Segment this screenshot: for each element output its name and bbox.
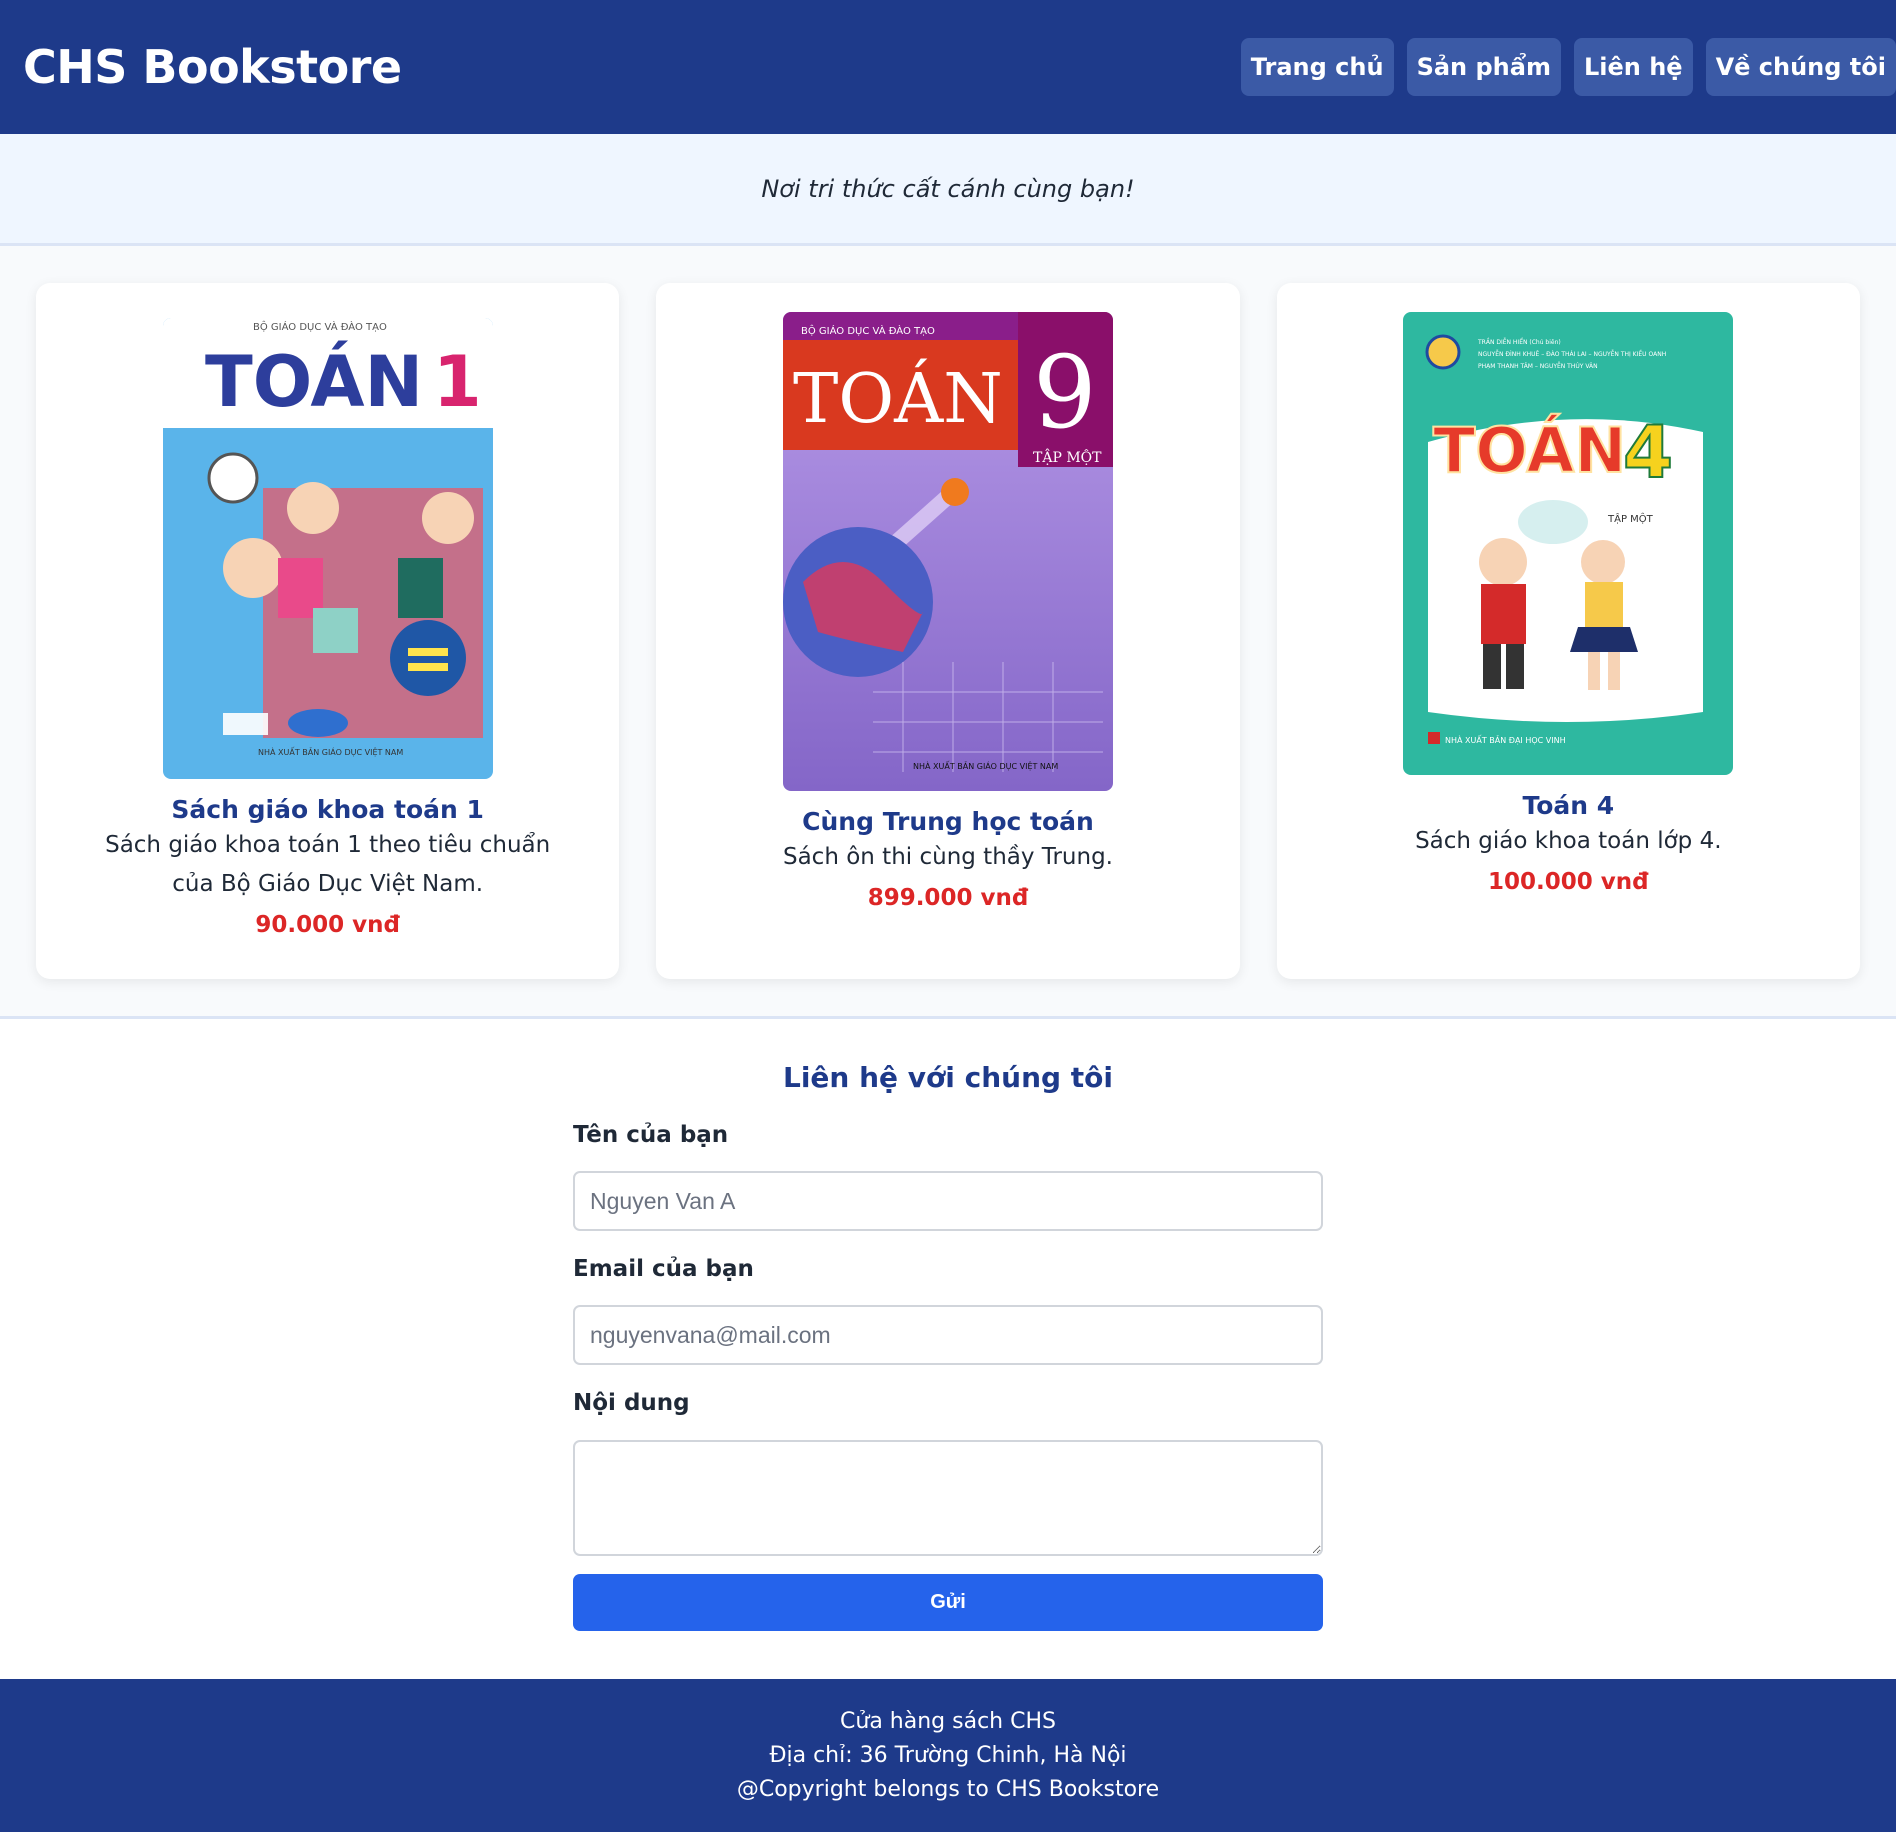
cover-title-text: TOÁN bbox=[793, 359, 1003, 439]
product-description: Sách giáo khoa toán lớp 4. bbox=[1415, 828, 1722, 854]
cover-authors-text: PHẠM THANH TÂM – NGUYỄN THÚY VÂN bbox=[1478, 362, 1598, 370]
cover-volume-text: TẬP MỘT bbox=[1607, 512, 1654, 525]
cover-number-text: 9 bbox=[1033, 334, 1097, 451]
product-price: 899.000 vnđ bbox=[867, 885, 1029, 911]
footer-store-name: Cửa hàng sách CHS bbox=[840, 1708, 1056, 1734]
cover-bottom-text: NHÀ XUẤT BẢN GIÁO DỤC VIỆT NAM bbox=[258, 746, 403, 758]
book-cover-image[interactable]: BỘ GIÁO DỤC VÀ ĐÀO TẠO TOÁN 9 TẬP MỘT NH… bbox=[782, 312, 1113, 791]
product-card[interactable]: BỘ GIÁO DỤC VÀ ĐÀO TẠO TOÁN 1 NHÀ XUẤT B… bbox=[36, 283, 620, 979]
nav-contact[interactable]: Liên hệ bbox=[1573, 38, 1693, 96]
brand-title[interactable]: CHS Bookstore bbox=[23, 40, 402, 94]
submit-button[interactable]: Gửi bbox=[573, 1574, 1323, 1631]
site-header: CHS Bookstore Trang chủ Sản phẩm Liên hệ… bbox=[0, 0, 1896, 134]
contact-form: Tên của bạn Email của bạn Nội dung Gửi bbox=[573, 1116, 1323, 1631]
product-description: Sách ôn thi cùng thầy Trung. bbox=[782, 844, 1113, 870]
email-label: Email của bạn bbox=[573, 1256, 754, 1282]
cover-authors-text: TRẦN DIỄN HIỂN (Chủ biên) bbox=[1477, 338, 1561, 346]
product-price: 100.000 vnđ bbox=[1488, 869, 1649, 895]
cover-bottom-text: NHÀ XUẤT BẢN GIÁO DỤC VIỆT NAM bbox=[913, 760, 1058, 772]
contact-section: Liên hệ với chúng tôi Tên của bạn Email … bbox=[0, 1019, 1896, 1679]
tagline-banner: Nơi tri thức cất cánh cùng bạn! bbox=[0, 134, 1896, 246]
footer-copyright: @Copyright belongs to CHS Bookstore bbox=[736, 1776, 1160, 1802]
product-card[interactable]: BỘ GIÁO DỤC VÀ ĐÀO TẠO TOÁN 9 TẬP MỘT NH… bbox=[656, 283, 1240, 979]
name-label: Tên của bạn bbox=[573, 1122, 729, 1148]
email-input[interactable] bbox=[573, 1305, 1323, 1365]
contact-title: Liên hệ với chúng tôi bbox=[782, 1061, 1114, 1094]
cover-number-text: 4 bbox=[1623, 410, 1673, 494]
nav-products[interactable]: Sản phẩm bbox=[1406, 38, 1561, 96]
name-input[interactable] bbox=[573, 1171, 1323, 1231]
footer-address: Địa chỉ: 36 Trường Chinh, Hà Nội bbox=[769, 1742, 1127, 1768]
book-cover-image[interactable]: TRẦN DIỄN HIỂN (Chủ biên) NGUYỄN ĐÌNH KH… bbox=[1403, 312, 1734, 775]
product-title[interactable]: Sách giáo khoa toán 1 bbox=[171, 795, 483, 824]
cover-authors-text: NGUYỄN ĐÌNH KHUÊ – ĐÀO THÁI LAI – NGUYỄN… bbox=[1478, 350, 1666, 358]
cover-publisher-text: BỘ GIÁO DỤC VÀ ĐÀO TẠO bbox=[253, 320, 387, 333]
cover-bottom-text: NHÀ XUẤT BẢN ĐẠI HỌC VINH bbox=[1445, 734, 1566, 746]
product-list: BỘ GIÁO DỤC VÀ ĐÀO TẠO TOÁN 1 NHÀ XUẤT B… bbox=[0, 246, 1896, 1019]
nav-about[interactable]: Về chúng tôi bbox=[1705, 38, 1896, 96]
product-title[interactable]: Toán 4 bbox=[1522, 791, 1614, 820]
book-cover-image[interactable]: BỘ GIÁO DỤC VÀ ĐÀO TẠO TOÁN 1 NHÀ XUẤT B… bbox=[162, 318, 493, 779]
cover-number-text: 1 bbox=[433, 341, 482, 423]
tagline-text: Nơi tri thức cất cánh cùng bạn! bbox=[761, 174, 1135, 203]
main-nav: Trang chủ Sản phẩm Liên hệ Về chúng tôi bbox=[1240, 0, 1896, 134]
cover-publisher-text: BỘ GIÁO DỤC VÀ ĐÀO TẠO bbox=[801, 324, 935, 337]
site-footer: Cửa hàng sách CHS Địa chỉ: 36 Trường Chi… bbox=[0, 1679, 1896, 1832]
product-price: 90.000 vnđ bbox=[255, 912, 400, 938]
product-title[interactable]: Cùng Trung học toán bbox=[802, 807, 1094, 836]
product-card[interactable]: TRẦN DIỄN HIỂN (Chủ biên) NGUYỄN ĐÌNH KH… bbox=[1276, 283, 1860, 979]
message-textarea[interactable] bbox=[573, 1440, 1323, 1556]
product-description: Sách giáo khoa toán 1 theo tiêu chuẩn củ… bbox=[105, 832, 551, 897]
message-label: Nội dung bbox=[573, 1390, 690, 1416]
cover-volume-text: TẬP MỘT bbox=[1033, 447, 1102, 466]
cover-title-text: TOÁN bbox=[1433, 414, 1626, 487]
cover-title-text: TOÁN bbox=[205, 341, 423, 423]
nav-home[interactable]: Trang chủ bbox=[1240, 38, 1394, 96]
